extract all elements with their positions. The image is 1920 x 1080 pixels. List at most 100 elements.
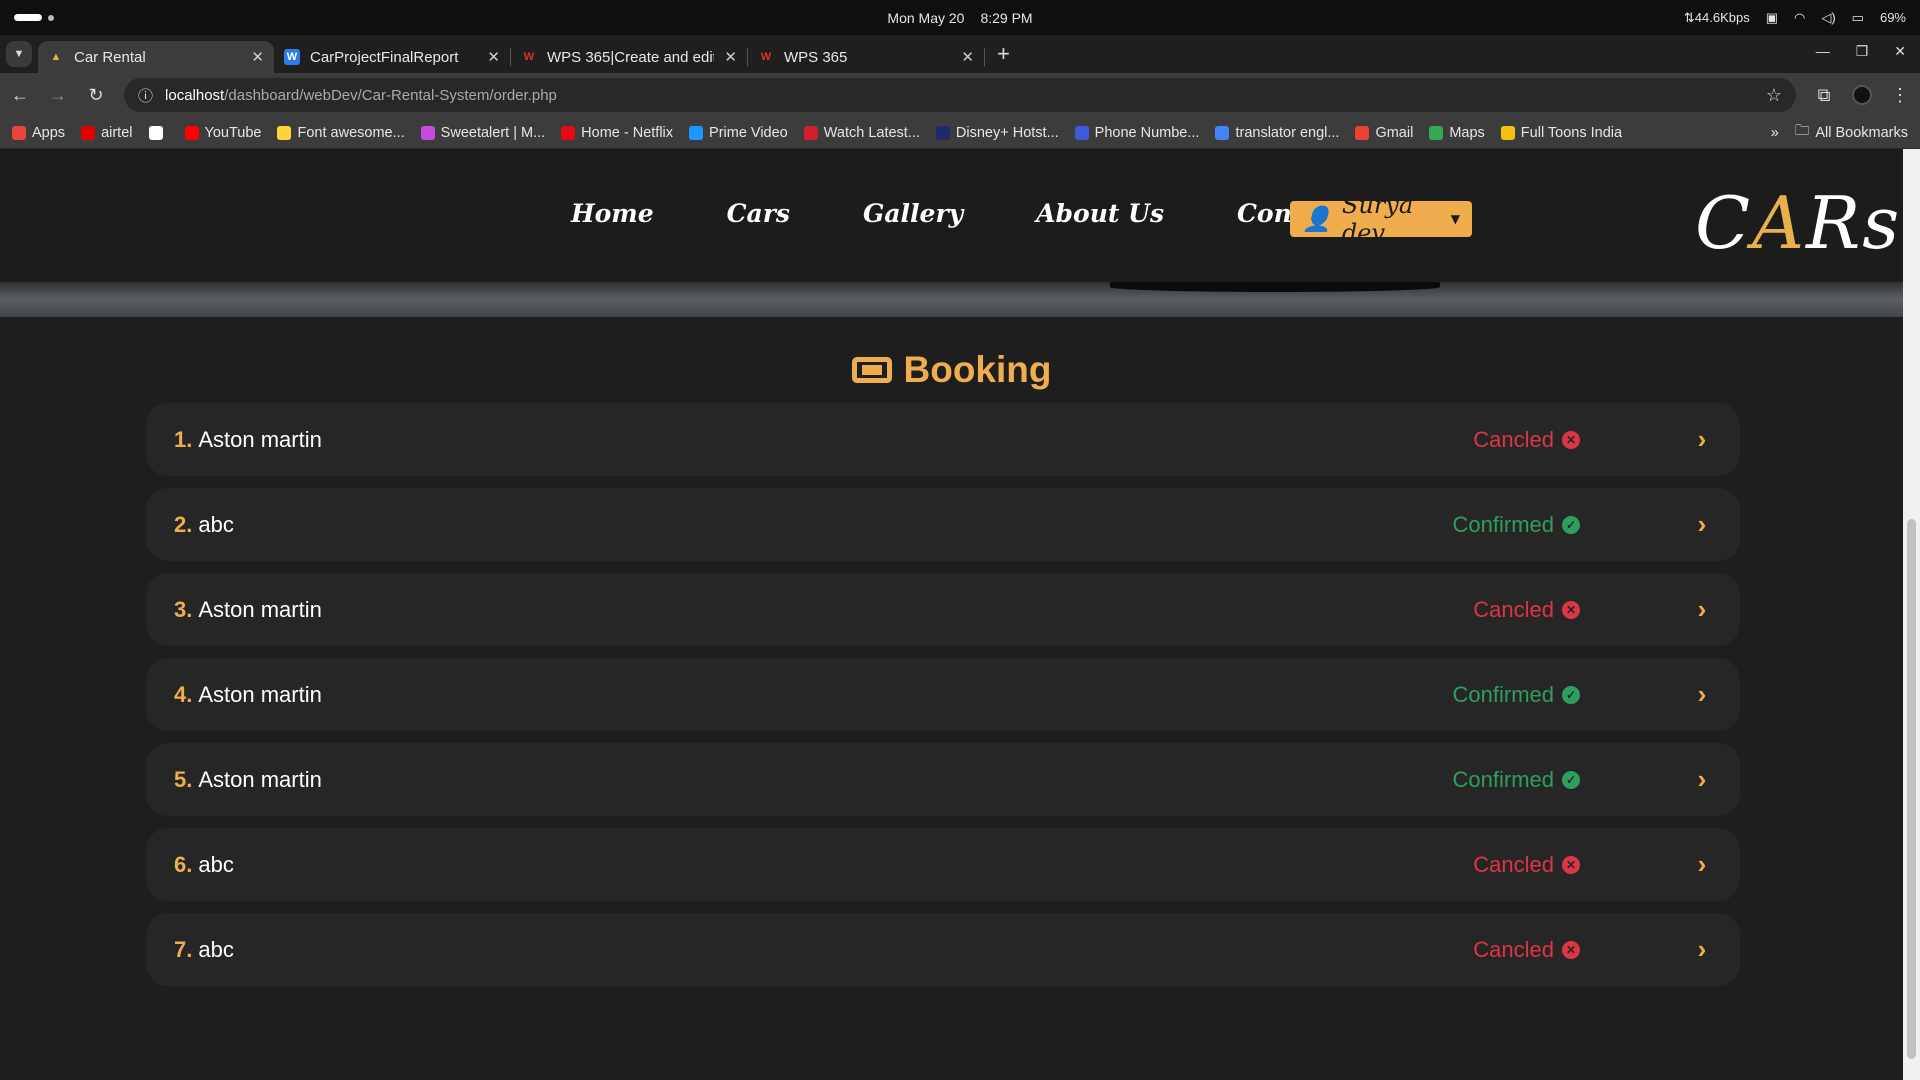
tab-strip: ▼ ▲ Car Rental ✕ W CarProjectFinalReport… bbox=[0, 35, 1920, 73]
system-tray[interactable]: ⇅44.6Kbps ▣ ◠ ◁) ▭ 69% bbox=[1684, 10, 1906, 26]
tab-car-project-report[interactable]: W CarProjectFinalReport ✕ bbox=[274, 41, 510, 73]
close-tab-icon[interactable]: ✕ bbox=[251, 48, 264, 66]
site-info-icon[interactable]: ⓘ bbox=[138, 85, 153, 106]
tab-search-button[interactable]: ▼ bbox=[6, 41, 32, 67]
logo-part-2: Rs bbox=[1806, 181, 1902, 265]
page-scrollbar[interactable] bbox=[1903, 149, 1920, 1080]
os-top-bar: Mon May 20 8:29 PM ⇅44.6Kbps ▣ ◠ ◁) ▭ 69… bbox=[0, 0, 1920, 35]
chevron-right-icon[interactable]: › bbox=[1692, 594, 1712, 625]
check-circle-icon: ✓ bbox=[1562, 770, 1580, 789]
restore-icon[interactable]: ❐ bbox=[1856, 43, 1869, 60]
os-date: Mon May 20 bbox=[887, 9, 965, 26]
user-dropdown-button[interactable]: 👤 Surya dev ▼ bbox=[1290, 191, 1472, 247]
bookmark-favicon-icon bbox=[148, 125, 163, 140]
tab-title: CarProjectFinalReport bbox=[310, 48, 459, 66]
bookmark-item[interactable]: translator engl... bbox=[1215, 125, 1339, 141]
bookmark-item[interactable]: airtel bbox=[81, 125, 133, 141]
close-tab-icon[interactable]: ✕ bbox=[487, 48, 500, 66]
order-row[interactable]: 1. Aston martin Cancled ✕ › bbox=[146, 403, 1740, 476]
order-row[interactable]: 7. abc Cancled ✕ › bbox=[146, 913, 1740, 986]
bookmark-item[interactable]: YouTube bbox=[184, 125, 261, 141]
site-logo[interactable]: CARs bbox=[1695, 181, 1901, 265]
order-number: 4. bbox=[174, 681, 193, 707]
new-tab-icon[interactable]: + bbox=[997, 41, 1010, 67]
bookmark-label: Gmail bbox=[1375, 124, 1414, 141]
order-status: Cancled ✕ bbox=[1473, 852, 1580, 878]
menu-kebab-icon[interactable]: ⋮ bbox=[1890, 85, 1910, 106]
bookmark-favicon-icon bbox=[81, 125, 96, 140]
nav-about-link[interactable]: About Us bbox=[1036, 199, 1164, 228]
bookmark-item[interactable] bbox=[148, 125, 169, 140]
bookmark-item[interactable]: Home - Netflix bbox=[561, 125, 673, 141]
x-circle-icon: ✕ bbox=[1562, 940, 1580, 959]
bookmark-item[interactable]: Maps bbox=[1429, 124, 1485, 141]
hero-image-strip bbox=[0, 282, 1903, 317]
order-number: 2. bbox=[174, 511, 193, 537]
close-tab-icon[interactable]: ✕ bbox=[961, 48, 974, 66]
workspace-indicator[interactable] bbox=[14, 14, 54, 21]
close-window-icon[interactable]: ✕ bbox=[1894, 43, 1906, 60]
order-status: Cancled ✕ bbox=[1473, 937, 1580, 963]
bookmark-label: Prime Video bbox=[709, 124, 788, 141]
tab-wps-create[interactable]: W WPS 365|Create and edit ✕ bbox=[511, 41, 747, 73]
chevron-right-icon[interactable]: › bbox=[1692, 764, 1712, 795]
chevron-right-icon[interactable]: › bbox=[1692, 509, 1712, 540]
order-row[interactable]: 4. Aston martin Confirmed ✓ › bbox=[146, 658, 1740, 731]
scrollbar-thumb[interactable] bbox=[1907, 519, 1916, 1059]
address-bar[interactable]: ⓘ localhost/dashboard/webDev/Car-Rental-… bbox=[124, 78, 1796, 112]
chevron-right-icon[interactable]: › bbox=[1692, 934, 1712, 965]
order-status-label: Cancled bbox=[1473, 851, 1554, 877]
nav-gallery-link[interactable]: Gallery bbox=[863, 199, 963, 228]
order-status-label: Cancled bbox=[1473, 936, 1554, 962]
chevron-right-icon[interactable]: › bbox=[1692, 679, 1712, 710]
minimize-icon[interactable]: — bbox=[1816, 43, 1830, 60]
order-row[interactable]: 5. Aston martin Confirmed ✓ › bbox=[146, 743, 1740, 816]
os-time: 8:29 PM bbox=[980, 9, 1033, 26]
order-status: Cancled ✕ bbox=[1473, 427, 1580, 453]
chevron-right-icon[interactable]: › bbox=[1692, 849, 1712, 880]
bookmark-item[interactable]: Phone Numbe... bbox=[1074, 125, 1199, 141]
bookmark-item[interactable]: Gmail bbox=[1355, 125, 1413, 141]
car-rental-favicon-icon: ▲ bbox=[50, 51, 62, 63]
bookmark-label: Home - Netflix bbox=[581, 124, 674, 141]
reload-icon[interactable]: ↻ bbox=[86, 85, 106, 106]
back-arrow-icon[interactable]: ← bbox=[10, 85, 30, 106]
bookmark-label: Maps bbox=[1449, 124, 1485, 141]
bookmark-item[interactable]: Font awesome... bbox=[277, 125, 405, 141]
profile-avatar[interactable] bbox=[1852, 85, 1872, 105]
forward-arrow-icon[interactable]: → bbox=[48, 85, 68, 106]
bookmark-item[interactable]: Sweetalert | M... bbox=[420, 124, 546, 141]
tab-car-rental[interactable]: ▲ Car Rental ✕ bbox=[38, 41, 274, 73]
order-status-label: Confirmed bbox=[1452, 681, 1554, 707]
order-status: Confirmed ✓ bbox=[1453, 767, 1580, 793]
chevron-right-icon[interactable]: › bbox=[1692, 424, 1712, 455]
bookmark-item[interactable]: Apps bbox=[12, 125, 65, 141]
order-row[interactable]: 6. abc Cancled ✕ › bbox=[146, 828, 1740, 901]
order-car-name: Aston martin bbox=[198, 596, 322, 622]
extensions-icon[interactable]: ⧉ bbox=[1814, 85, 1834, 106]
wifi-icon: ◠ bbox=[1794, 9, 1806, 25]
bookmark-label: Sweetalert | M... bbox=[440, 124, 546, 141]
folder-icon: 🗀 bbox=[1794, 123, 1810, 139]
clock[interactable]: Mon May 20 8:29 PM bbox=[887, 10, 1032, 26]
more-bookmarks-icon[interactable]: » bbox=[1771, 125, 1779, 141]
order-status: Confirmed ✓ bbox=[1453, 682, 1580, 708]
clipboard-icon[interactable]: ▣ bbox=[1766, 10, 1778, 26]
url-text[interactable]: localhost/dashboard/webDev/Car-Rental-Sy… bbox=[165, 87, 557, 104]
order-status-label: Confirmed bbox=[1452, 766, 1554, 792]
bookmark-star-icon[interactable]: ☆ bbox=[1766, 85, 1782, 106]
order-number: 3. bbox=[174, 596, 193, 622]
tab-wps-365[interactable]: W WPS 365 ✕ bbox=[748, 41, 984, 73]
bookmark-item[interactable]: Watch Latest... bbox=[803, 125, 920, 141]
bookmark-item[interactable]: Full Toons India bbox=[1500, 125, 1622, 141]
close-tab-icon[interactable]: ✕ bbox=[724, 48, 737, 66]
order-car-name: Aston martin bbox=[198, 681, 322, 707]
bookmark-item[interactable]: Prime Video bbox=[689, 125, 788, 141]
all-bookmarks-folder[interactable]: 🗀 All Bookmarks bbox=[1795, 120, 1908, 145]
nav-home-link[interactable]: Home bbox=[571, 199, 654, 228]
order-car-name: abc bbox=[198, 851, 234, 877]
order-row[interactable]: 2. abc Confirmed ✓ › bbox=[146, 488, 1740, 561]
bookmark-item[interactable]: Disney+ Hotst... bbox=[935, 125, 1059, 141]
order-row[interactable]: 3. Aston martin Cancled ✕ › bbox=[146, 573, 1740, 646]
nav-cars-link[interactable]: Cars bbox=[727, 199, 790, 228]
